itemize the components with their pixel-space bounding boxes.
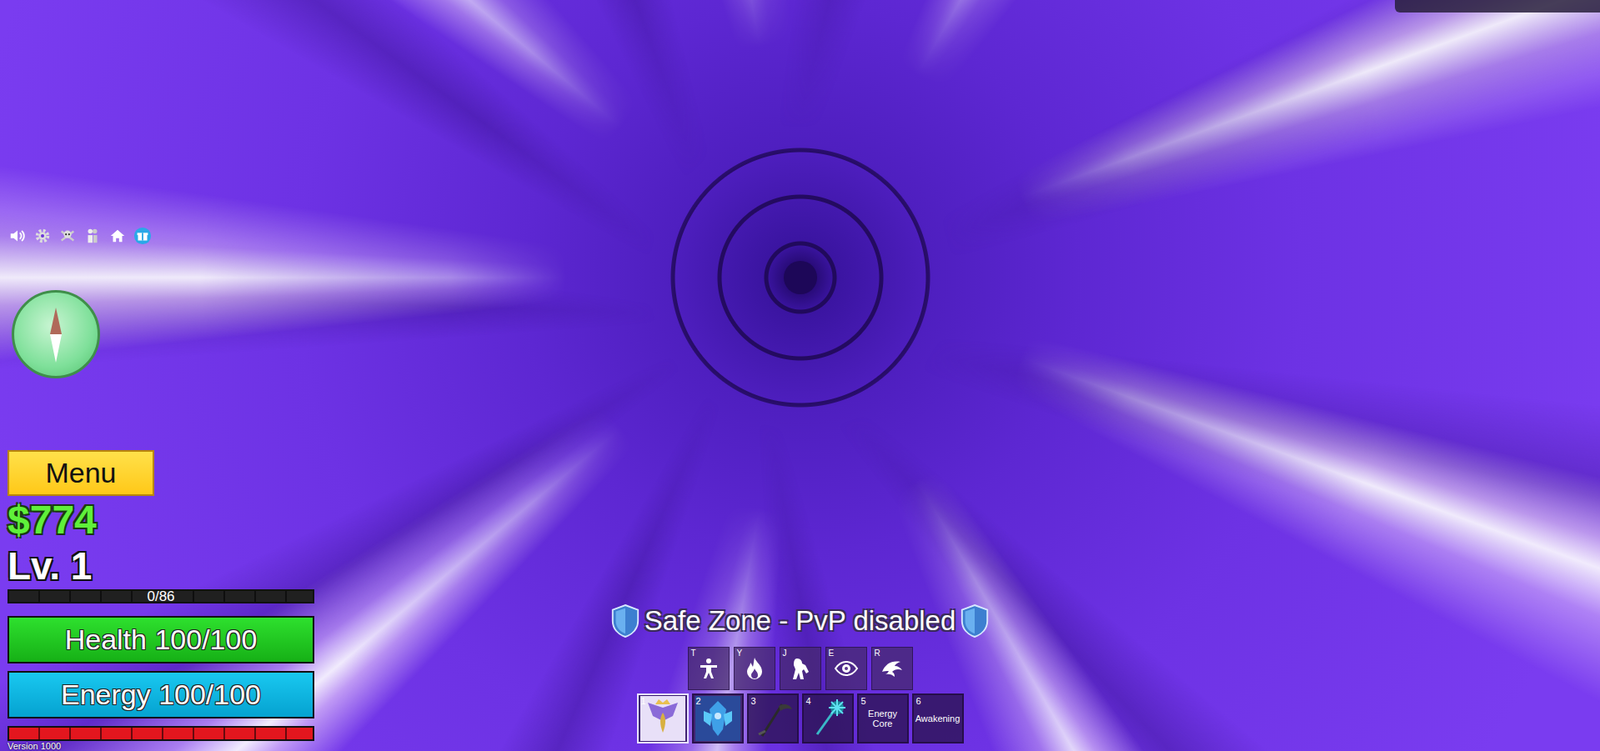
hotbar-slot[interactable]: 1 <box>636 693 689 744</box>
compass <box>11 290 101 379</box>
skill-key: T <box>691 648 697 658</box>
pirate-button[interactable] <box>58 226 77 249</box>
health-bar: Health 100/100 <box>7 616 315 664</box>
skill-button[interactable]: T <box>687 647 730 691</box>
figure-icon <box>695 655 723 683</box>
slot-number: 6 <box>916 696 922 707</box>
gift-button[interactable] <box>133 226 152 249</box>
slot-number: 1 <box>641 696 647 707</box>
skill-key: R <box>874 648 881 658</box>
skill-button[interactable]: R <box>871 647 913 691</box>
energy-reading: Energy 100/100 <box>9 672 313 718</box>
wings-emblem-icon <box>640 696 686 742</box>
slot-label: Awakening <box>914 713 962 724</box>
toolbar <box>7 226 325 249</box>
pirate-icon <box>58 226 77 246</box>
compass-needle-icon <box>14 292 98 377</box>
skill-key: Y <box>737 648 743 658</box>
gear-icon <box>33 226 52 246</box>
game-view: Menu$774Lv. 1 0/86 Health 100/100 Energy 10… <box>0 0 1600 751</box>
skill-key: E <box>828 648 835 658</box>
vortex-core <box>783 260 818 295</box>
stamina-bar <box>7 726 315 742</box>
hotbar-slot[interactable]: 2 <box>692 693 744 744</box>
hotbar-slot[interactable]: 4 <box>802 693 854 744</box>
home-button[interactable] <box>108 226 127 249</box>
skill-button[interactable]: Y <box>733 647 776 691</box>
level-label: Lv. 1 <box>7 544 325 588</box>
slot-number: 3 <box>751 696 757 707</box>
safe-zone-banner: Safe Zone - PvP disabled <box>609 601 992 641</box>
shield-icon <box>958 602 991 640</box>
xp-bar: 0/86 <box>7 589 315 604</box>
health-reading: Health 100/100 <box>9 617 313 663</box>
left-hud: Menu$774Lv. 1 0/86 Health 100/100 Energy 10… <box>0 226 325 751</box>
hotbar: 1 2 3 4 Energy Core5 Awakening 6 <box>636 693 964 744</box>
slot-label: Energy Core <box>858 708 908 729</box>
home-icon <box>108 226 127 246</box>
hotbar-slot[interactable]: Energy Core5 <box>857 693 909 744</box>
energy-bar: Energy 100/100 <box>7 671 315 719</box>
bar-ticks <box>9 727 313 740</box>
skill-button[interactable]: J <box>779 647 822 691</box>
bottom-hud: Safe Zone - PvP disabled T Y J E R 1 2 3 4 Energy … <box>0 601 1600 744</box>
crew-icon <box>83 226 102 246</box>
crew-button[interactable] <box>83 226 102 249</box>
menu-button[interactable]: Menu <box>7 450 155 497</box>
xp-reading: 0/86 <box>9 591 313 602</box>
sound-icon <box>8 226 27 246</box>
safe-zone-text: Safe Zone - PvP disabled <box>644 605 957 637</box>
hotbar-slot[interactable]: Awakening 6 <box>912 693 964 744</box>
skill-button[interactable]: E <box>825 647 868 691</box>
body-icon <box>787 655 814 683</box>
eye-icon <box>832 655 860 683</box>
skill-key: J <box>782 648 788 658</box>
scythe-icon <box>750 696 796 742</box>
money-counter: $774 <box>7 499 325 542</box>
fire-icon <box>741 655 768 683</box>
slot-number: 5 <box>861 696 867 707</box>
sound-button[interactable] <box>8 226 27 249</box>
slot-number: 4 <box>806 696 812 707</box>
ornate-fruit-icon <box>695 696 741 742</box>
version-label: Version 1000 <box>7 741 325 751</box>
gift-icon <box>133 226 152 246</box>
top-right-panel <box>1394 0 1600 13</box>
gear-button[interactable] <box>33 226 52 249</box>
slot-number: 2 <box>696 696 702 707</box>
skill-bar: TYJER <box>687 647 913 691</box>
hotbar-slot[interactable]: 3 <box>747 693 799 744</box>
mace-icon <box>805 696 851 742</box>
dragon-icon <box>878 655 906 683</box>
shield-icon <box>609 602 642 640</box>
